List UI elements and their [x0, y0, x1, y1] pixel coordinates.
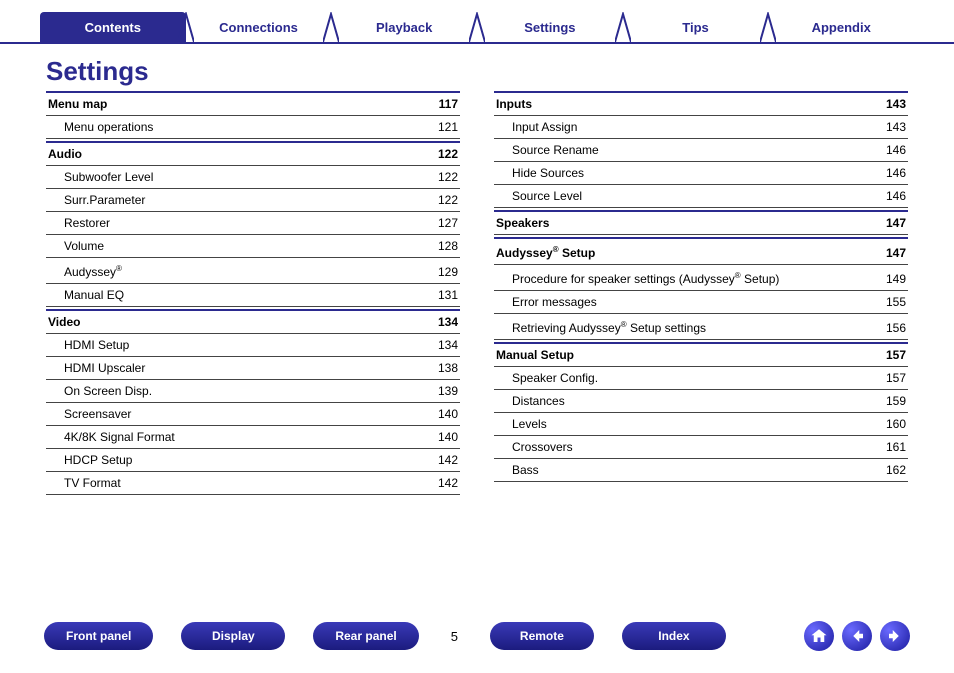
toc-heading[interactable]: Inputs143 [494, 91, 908, 116]
tab-appendix[interactable]: Appendix [768, 12, 914, 42]
toc-item[interactable]: Source Rename146 [494, 139, 908, 162]
tab-tips[interactable]: Tips [623, 12, 769, 42]
top-tabs: Contents Connections Playback Settings T… [0, 0, 954, 44]
tab-connections[interactable]: Connections [186, 12, 332, 42]
toc-heading[interactable]: Manual Setup157 [494, 342, 908, 367]
display-button[interactable]: Display [181, 622, 285, 650]
toc-item[interactable]: Procedure for speaker settings (Audyssey… [494, 265, 908, 291]
toc-item[interactable]: Restorer127 [46, 212, 460, 235]
toc-item[interactable]: TV Format142 [46, 472, 460, 495]
toc-heading[interactable]: Menu map117 [46, 91, 460, 116]
toc-item[interactable]: On Screen Disp.139 [46, 380, 460, 403]
front-panel-button[interactable]: Front panel [44, 622, 153, 650]
toc-item[interactable]: Input Assign143 [494, 116, 908, 139]
toc-heading[interactable]: Speakers147 [494, 210, 908, 235]
page-number: 5 [447, 629, 462, 644]
toc-item[interactable]: Distances159 [494, 390, 908, 413]
toc-item[interactable]: Screensaver140 [46, 403, 460, 426]
toc-item[interactable]: HDMI Upscaler138 [46, 357, 460, 380]
index-button[interactable]: Index [622, 622, 726, 650]
toc-item[interactable]: Levels160 [494, 413, 908, 436]
tab-settings[interactable]: Settings [477, 12, 623, 42]
toc-item[interactable]: Crossovers161 [494, 436, 908, 459]
toc-columns: Menu map117Menu operations121Audio122Sub… [0, 89, 954, 495]
toc-item[interactable]: Volume128 [46, 235, 460, 258]
toc-item[interactable]: Subwoofer Level122 [46, 166, 460, 189]
toc-column-left: Menu map117Menu operations121Audio122Sub… [46, 89, 460, 495]
toc-heading[interactable]: Audio122 [46, 141, 460, 166]
arrow-right-icon[interactable] [880, 621, 910, 651]
toc-item[interactable]: Source Level146 [494, 185, 908, 208]
toc-item[interactable]: Menu operations121 [46, 116, 460, 139]
toc-item[interactable]: Hide Sources146 [494, 162, 908, 185]
toc-item[interactable]: 4K/8K Signal Format140 [46, 426, 460, 449]
toc-item[interactable]: Retrieving Audyssey® Setup settings156 [494, 314, 908, 340]
rear-panel-button[interactable]: Rear panel [313, 622, 418, 650]
remote-button[interactable]: Remote [490, 622, 594, 650]
toc-column-right: Inputs143Input Assign143Source Rename146… [494, 89, 908, 495]
toc-item[interactable]: HDMI Setup134 [46, 334, 460, 357]
toc-item[interactable]: Manual EQ131 [46, 284, 460, 307]
toc-heading[interactable]: Audyssey® Setup147 [494, 237, 908, 265]
toc-item[interactable]: HDCP Setup142 [46, 449, 460, 472]
toc-item[interactable]: Error messages155 [494, 291, 908, 314]
tab-playback[interactable]: Playback [331, 12, 477, 42]
page-title: Settings [0, 44, 954, 89]
toc-item[interactable]: Bass162 [494, 459, 908, 482]
toc-heading[interactable]: Video134 [46, 309, 460, 334]
home-icon[interactable] [804, 621, 834, 651]
footer-bar: Front panel Display Rear panel 5 Remote … [0, 621, 954, 651]
toc-item[interactable]: Speaker Config.157 [494, 367, 908, 390]
arrow-left-icon[interactable] [842, 621, 872, 651]
toc-item[interactable]: Audyssey®129 [46, 258, 460, 284]
tab-contents[interactable]: Contents [40, 12, 186, 42]
toc-item[interactable]: Surr.Parameter122 [46, 189, 460, 212]
